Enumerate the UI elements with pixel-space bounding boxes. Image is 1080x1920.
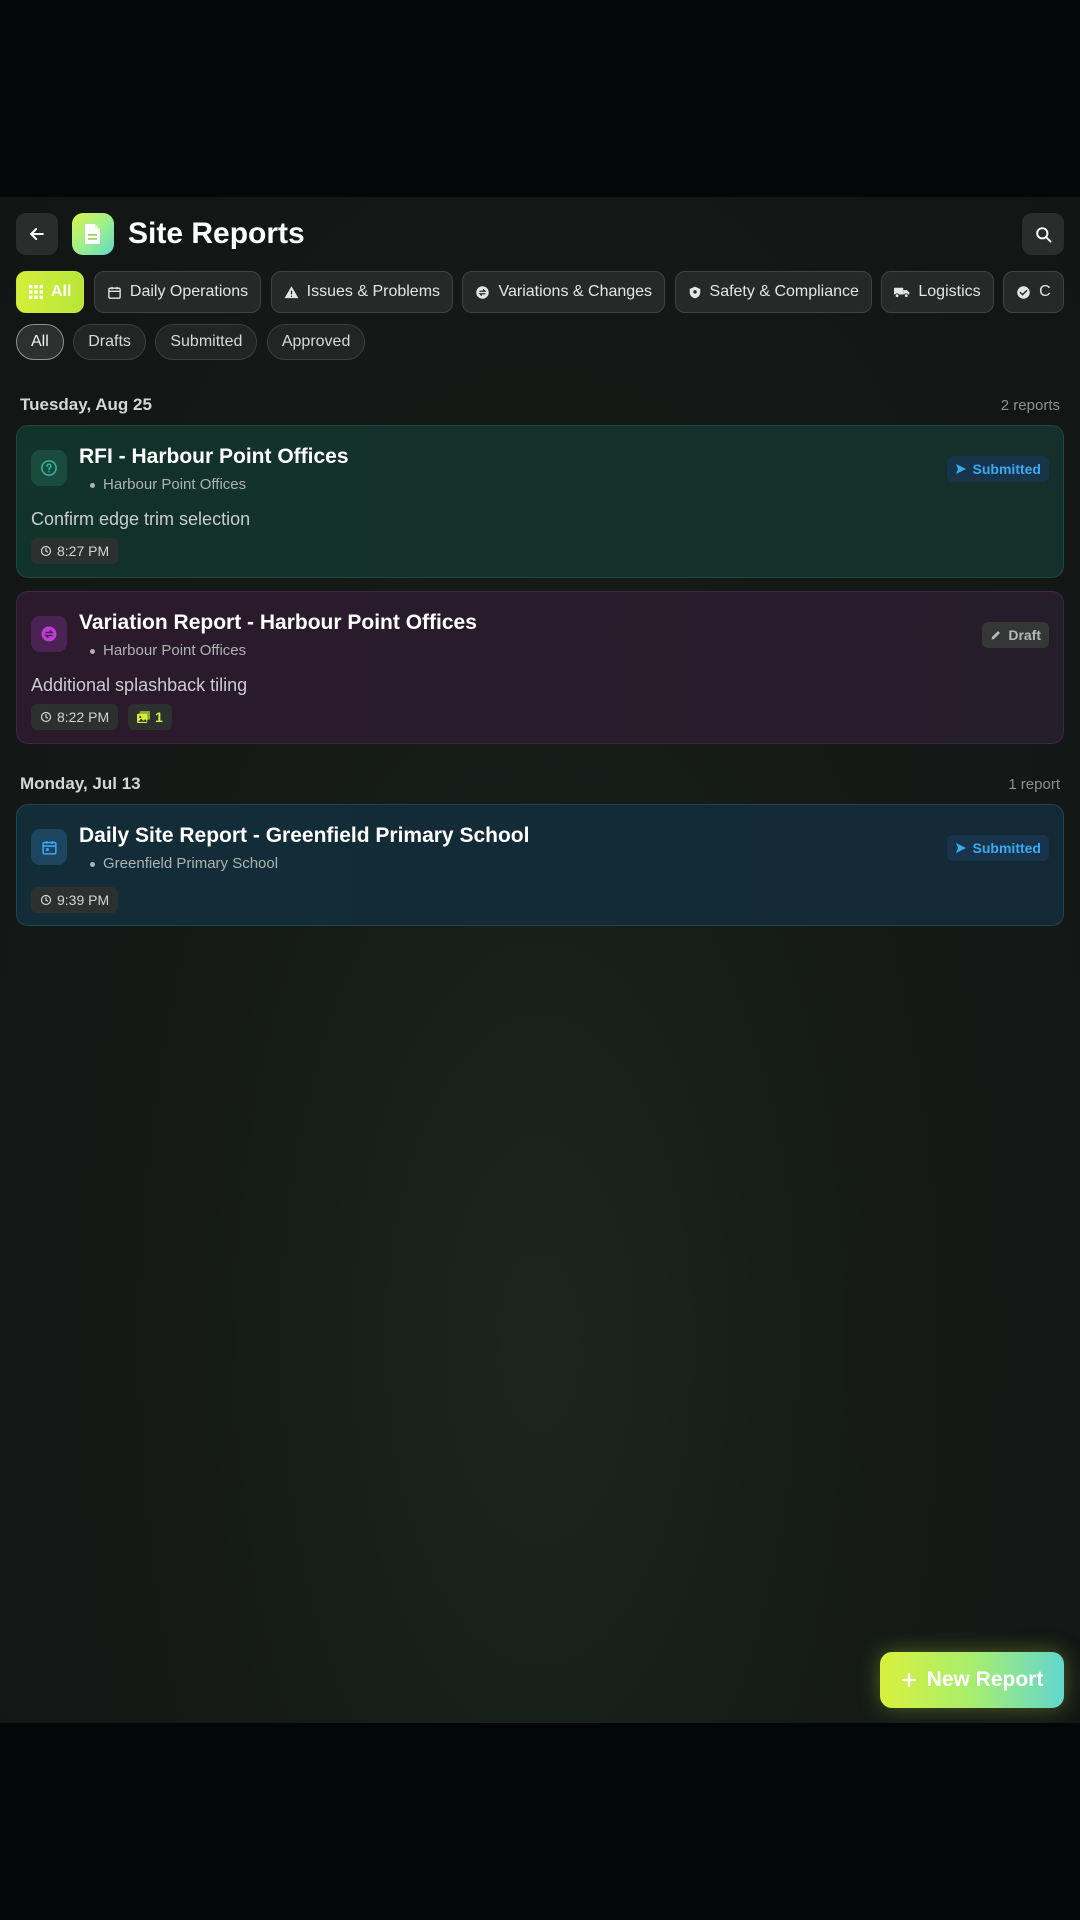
report-time: 9:39 PM	[57, 892, 110, 908]
swap-icon	[476, 285, 490, 299]
variation-category-icon	[31, 616, 67, 652]
status-badge-label: Submitted	[972, 461, 1041, 477]
document-icon	[85, 224, 100, 244]
search-button[interactable]	[1022, 213, 1064, 255]
category-chip-label: Daily Operations	[129, 283, 249, 300]
category-chip-issues-problems[interactable]: Issues & Problems	[270, 271, 454, 313]
category-chip-label: Safety & Compliance	[709, 283, 859, 300]
question-circle-icon	[41, 460, 57, 476]
photo-count-chip: 1	[128, 704, 172, 730]
calendar-icon	[108, 286, 121, 299]
app-logo	[72, 213, 114, 255]
time-chip: 8:22 PM	[31, 704, 119, 730]
report-time: 8:22 PM	[57, 709, 110, 725]
category-chip-safety-compliance[interactable]: Safety & Compliance	[674, 271, 872, 313]
time-chip: 8:27 PM	[31, 538, 119, 564]
category-chip-logistics[interactable]: Logistics	[881, 271, 994, 313]
category-chip-all[interactable]: All	[16, 271, 85, 313]
category-chip-label: C	[1039, 283, 1051, 300]
truck-icon	[894, 287, 910, 299]
photo-count: 1	[155, 709, 163, 725]
section-date: Tuesday, Aug 25	[20, 395, 152, 414]
report-project: Harbour Point Offices	[89, 642, 247, 659]
app-screen: Site Reports All Daily Operations Issues…	[0, 197, 1080, 1723]
status-badge: Submitted	[946, 456, 1049, 482]
category-chip-label: Variations & Changes	[498, 283, 653, 300]
send-icon	[955, 464, 966, 474]
back-button[interactable]	[16, 213, 58, 255]
pencil-icon	[991, 631, 1001, 640]
status-badge-label: Draft	[1008, 627, 1041, 643]
report-project: Greenfield Primary School	[89, 855, 279, 872]
clock-icon	[40, 545, 52, 557]
report-description: Confirm edge trim selection	[31, 509, 251, 529]
report-meta: 9:39 PM	[31, 887, 119, 913]
arrow-left-icon	[30, 228, 44, 240]
category-chip-label: Issues & Problems	[306, 283, 441, 300]
category-chip-label: All	[51, 283, 72, 300]
send-icon	[955, 843, 966, 853]
report-title: Daily Site Report - Greenfield Primary S…	[79, 824, 530, 847]
page-title: Site Reports	[128, 217, 305, 250]
swap-circle-icon	[41, 626, 57, 642]
daily-category-icon	[31, 829, 67, 865]
plus-icon	[901, 1672, 916, 1688]
report-description: Additional splashback tiling	[31, 675, 248, 695]
status-filter-bar: All Drafts Submitted Approved	[16, 324, 370, 360]
category-chip-variations-changes[interactable]: Variations & Changes	[462, 271, 666, 313]
grid-icon	[29, 285, 43, 299]
time-chip: 9:39 PM	[31, 887, 119, 913]
category-chip-label: Logistics	[918, 283, 981, 300]
photos-icon	[137, 711, 151, 723]
clock-icon	[40, 894, 52, 906]
warning-icon	[284, 285, 299, 298]
report-title: Variation Report - Harbour Point Offices	[79, 611, 477, 634]
report-title: RFI - Harbour Point Offices	[79, 445, 349, 468]
header: Site Reports	[16, 213, 1064, 255]
status-chip-approved[interactable]: Approved	[266, 324, 366, 360]
status-chip-submitted[interactable]: Submitted	[155, 324, 258, 360]
status-chip-drafts[interactable]: Drafts	[73, 324, 146, 360]
status-chip-all[interactable]: All	[16, 324, 64, 360]
section-count: 1 report	[1008, 775, 1060, 793]
category-filter-bar: All Daily Operations Issues & Problems V…	[16, 271, 1064, 313]
status-badge: Draft	[982, 622, 1049, 648]
report-card-rfi[interactable]: RFI - Harbour Point Offices Harbour Poin…	[16, 425, 1064, 578]
new-report-button[interactable]: New Report	[880, 1652, 1064, 1708]
report-card-daily[interactable]: Daily Site Report - Greenfield Primary S…	[16, 804, 1064, 926]
section-count: 2 reports	[1000, 396, 1060, 414]
report-meta: 8:27 PM	[31, 538, 119, 564]
rfi-category-icon	[31, 450, 67, 486]
section-header: Tuesday, Aug 25 2 reports	[20, 393, 1060, 417]
new-report-label: New Report	[926, 1668, 1044, 1691]
report-time: 8:27 PM	[57, 543, 110, 559]
section-date: Monday, Jul 13	[20, 774, 141, 793]
status-badge-label: Submitted	[972, 840, 1041, 856]
clock-icon	[40, 711, 52, 723]
check-circle-icon	[1017, 285, 1030, 299]
report-meta: 8:22 PM 1	[31, 704, 172, 730]
category-chip-overflow[interactable]: C	[1003, 271, 1064, 313]
shield-icon	[689, 286, 700, 298]
section-header: Monday, Jul 13 1 report	[20, 772, 1060, 796]
report-project: Harbour Point Offices	[89, 476, 247, 493]
calendar-icon	[41, 840, 57, 855]
category-chip-daily-operations[interactable]: Daily Operations	[93, 271, 262, 313]
search-icon	[1035, 226, 1052, 243]
status-badge: Submitted	[946, 835, 1049, 861]
report-card-variation[interactable]: Variation Report - Harbour Point Offices…	[16, 591, 1064, 744]
